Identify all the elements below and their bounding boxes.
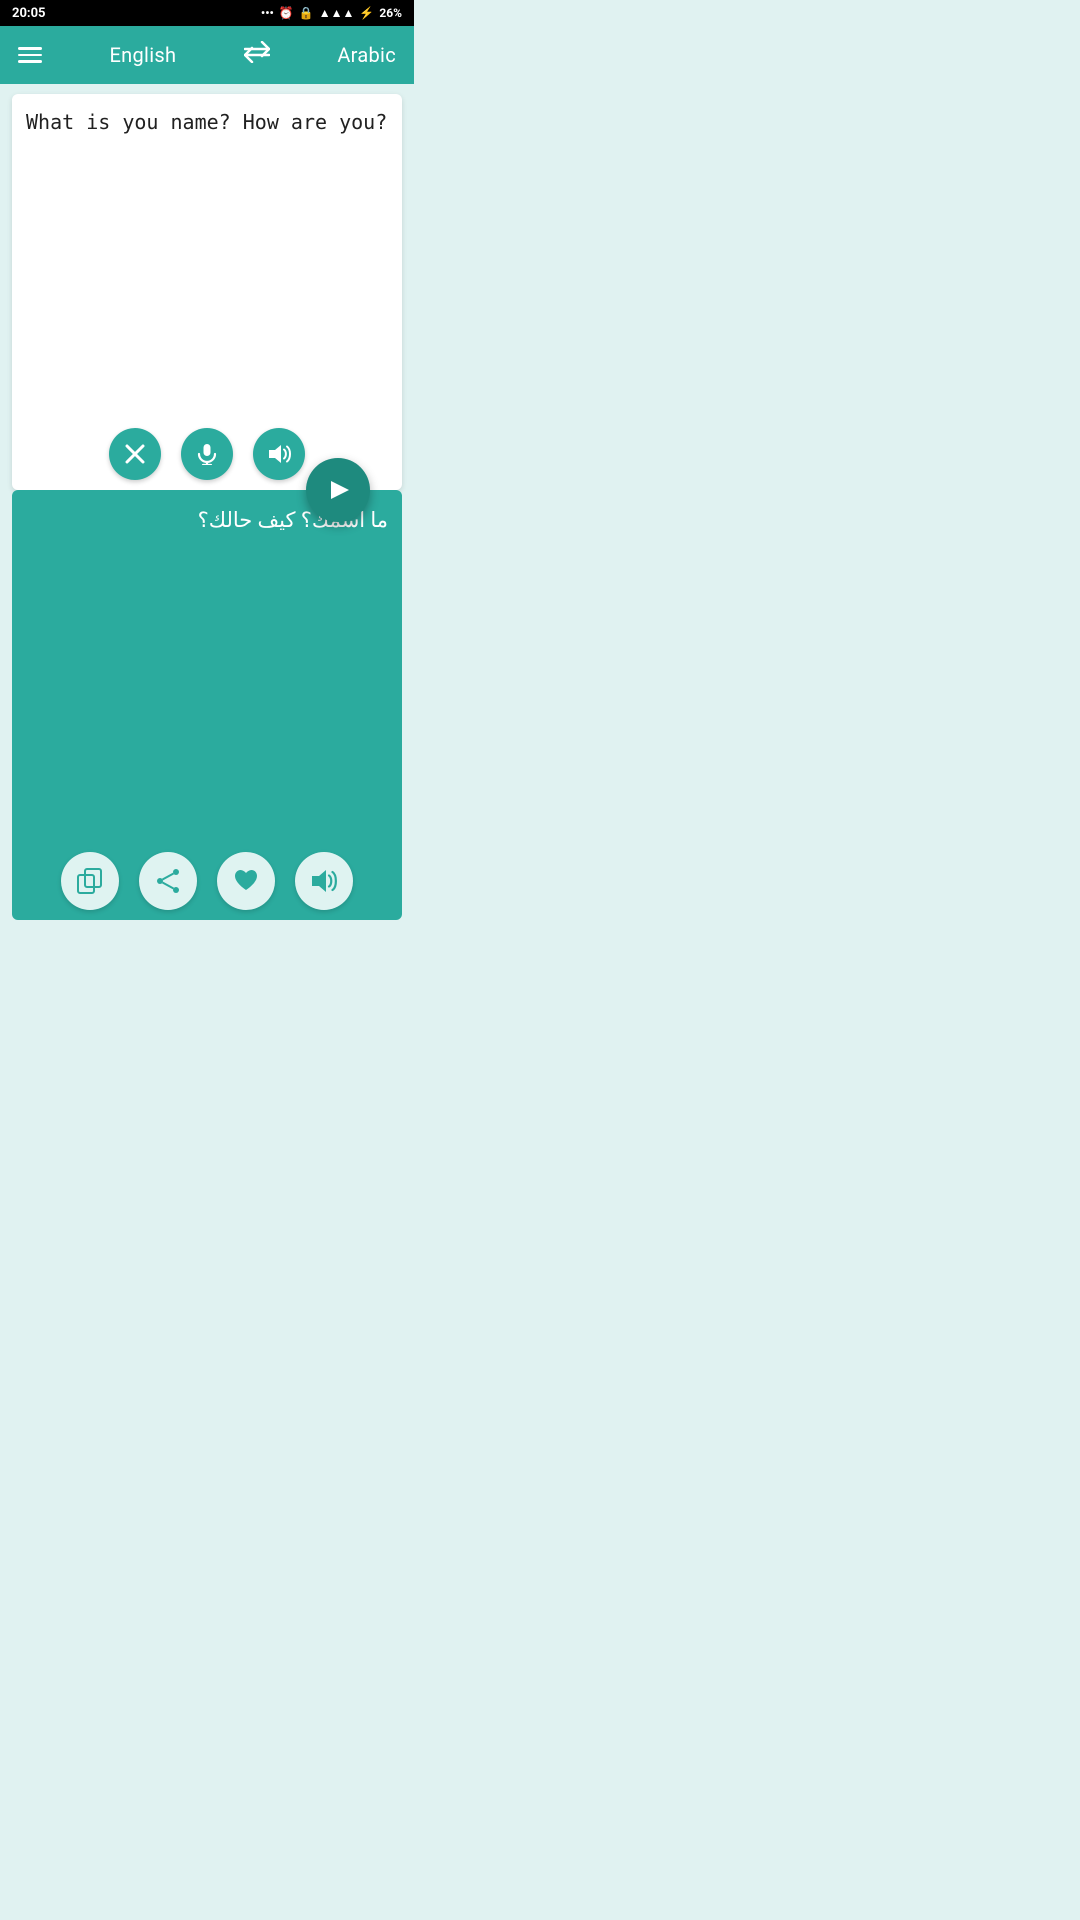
share-button[interactable]	[139, 852, 197, 910]
source-text-input[interactable]: What is you name? How are you?	[26, 108, 388, 418]
status-bar: 20:05 ••• ⏰ 🔒 ▲▲▲ ⚡ 26%	[0, 0, 414, 26]
microphone-button[interactable]	[181, 428, 233, 480]
source-language-label[interactable]: English	[110, 43, 177, 67]
clear-button[interactable]	[109, 428, 161, 480]
menu-button[interactable]	[18, 47, 42, 63]
status-time: 20:05	[12, 6, 46, 21]
source-panel: What is you name? How are you?	[12, 94, 402, 490]
result-controls	[26, 852, 388, 910]
status-icons: ••• ⏰ 🔒 ▲▲▲ ⚡ 26%	[261, 6, 402, 20]
target-language-label[interactable]: Arabic	[337, 43, 396, 67]
favorite-button[interactable]	[217, 852, 275, 910]
toolbar: English Arabic	[0, 26, 414, 84]
translate-button[interactable]	[306, 458, 370, 522]
app-body: What is you name? How are you?	[0, 94, 414, 920]
result-speak-button[interactable]	[295, 852, 353, 910]
result-panel: ما اسمك؟ كيف حالك؟	[12, 490, 402, 920]
swap-languages-button[interactable]	[244, 41, 270, 69]
source-speak-button[interactable]	[253, 428, 305, 480]
copy-button[interactable]	[61, 852, 119, 910]
result-text: ما اسمك؟ كيف حالك؟	[26, 506, 388, 842]
